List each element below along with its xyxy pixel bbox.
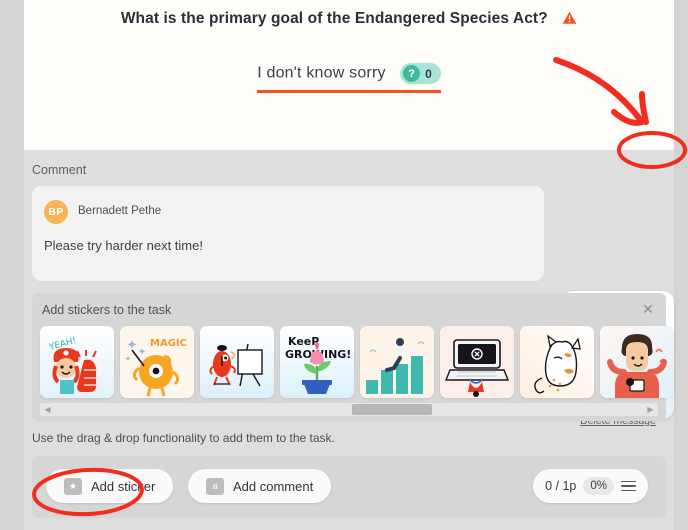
warning-triangle-icon <box>562 11 577 30</box>
avatar: BP <box>44 200 68 224</box>
answer-text: I don't know sorry <box>257 64 386 82</box>
sticker-picker-panel: Add stickers to the task ✕ YEAH! MAGIC K… <box>32 293 674 421</box>
percent-badge: 0% <box>583 477 614 495</box>
comment-card: BP Bernadett Pethe Please try harder nex… <box>32 186 544 281</box>
page-gutter-left <box>0 0 24 530</box>
sticker-star-icon: ★ <box>64 477 82 495</box>
question-text: What is the primary goal of the Endanger… <box>120 10 548 27</box>
answer-underlined[interactable]: I don't know sorry ? 0 <box>257 63 441 93</box>
sticker-yeah-thumbs-up[interactable]: YEAH! <box>40 326 114 398</box>
score-summary[interactable]: 0 / 1p 0% <box>533 469 648 503</box>
svg-text:MAGIC: MAGIC <box>150 338 187 349</box>
chevron-right-icon[interactable]: ▶ <box>644 403 657 416</box>
scrollbar-thumb[interactable] <box>352 404 432 415</box>
drag-drop-hint: Use the drag & drop functionality to add… <box>32 431 335 445</box>
sticker-list: YEAH! MAGIC KeeP <box>40 326 674 398</box>
sticker-bar-chart-runner[interactable] <box>360 326 434 398</box>
add-sticker-button[interactable]: ★ Add sticker <box>46 469 174 503</box>
comment-text: Please try harder next time! <box>44 238 203 253</box>
sticker-scrollbar[interactable]: ◀ ▶ <box>40 403 658 416</box>
close-icon[interactable]: ✕ <box>640 301 656 317</box>
hamburger-menu-icon[interactable] <box>621 480 636 492</box>
comment-section-label: Comment <box>32 163 87 177</box>
question-mark-icon: ? <box>403 65 421 82</box>
svg-text:KeeP: KeeP <box>288 335 319 348</box>
sticker-laptop-error[interactable] <box>440 326 514 398</box>
page-gutter-right <box>674 0 688 530</box>
sticker-person-thinking[interactable] <box>600 326 674 398</box>
question-card: What is the primary goal of the Endanger… <box>24 0 674 150</box>
score-badge[interactable]: ? 0 <box>400 63 441 84</box>
score-value: 0 <box>425 66 432 81</box>
points-value: 0 / 1p <box>545 479 577 493</box>
sticker-magic-monster[interactable]: MAGIC <box>120 326 194 398</box>
add-sticker-label: Add sticker <box>91 478 156 494</box>
comment-author: Bernadett Pethe <box>78 205 162 217</box>
task-review-screen: What is the primary goal of the Endanger… <box>0 0 688 530</box>
comment-bubble-icon: a <box>206 477 224 495</box>
bottom-toolbar: ★ Add sticker a Add comment 0 / 1p 0% <box>32 456 666 518</box>
answer-row: I don't know sorry ? 0 <box>24 63 674 93</box>
sticker-panel-title: Add stickers to the task <box>42 303 172 317</box>
review-body-panel: Comment BP Bernadett Pethe Please try ha… <box>24 150 674 530</box>
sticker-cat[interactable] <box>520 326 594 398</box>
sticker-keep-growing[interactable]: KeeP GROWING! <box>280 326 354 398</box>
add-comment-label: Add comment <box>233 478 314 494</box>
add-comment-button[interactable]: a Add comment <box>188 469 332 503</box>
chevron-left-icon[interactable]: ◀ <box>41 403 54 416</box>
page-title: What is the primary goal of the Endanger… <box>24 10 674 30</box>
sticker-monster-easel[interactable] <box>200 326 274 398</box>
